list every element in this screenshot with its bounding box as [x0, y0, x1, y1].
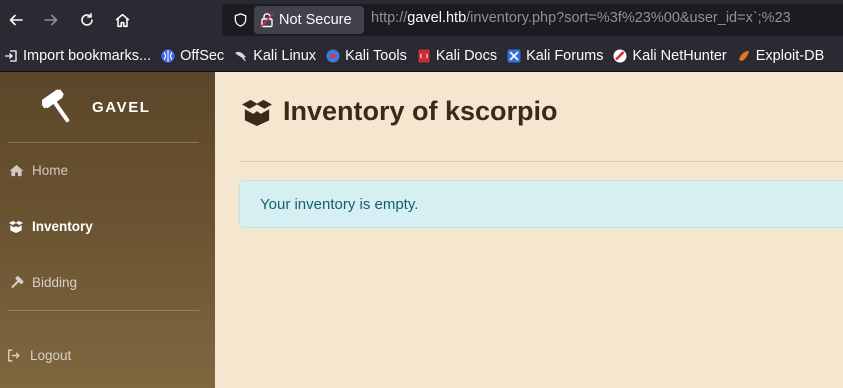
sidebar: GAVEL Home Inventory Bidding Logout	[0, 72, 215, 388]
kali-dragon-icon	[235, 51, 247, 61]
brand-link[interactable]: GAVEL	[42, 88, 151, 126]
kali-forums-icon	[507, 49, 521, 62]
sidebar-item-logout[interactable]: Logout	[6, 348, 71, 363]
bookmark-offsec[interactable]: OffSec	[161, 48, 224, 64]
sidebar-item-label: Logout	[30, 348, 72, 363]
offsec-icon	[161, 49, 175, 62]
box-open-icon	[242, 99, 272, 126]
url-scheme: http://	[371, 10, 408, 26]
exploit-db-icon	[738, 50, 749, 61]
browser-toolbar: Not Secure http://gavel.htb/inventory.ph…	[0, 0, 843, 40]
box-open-icon	[8, 220, 24, 234]
kali-nethunter-icon	[613, 49, 627, 62]
bookmark-label: Import bookmarks...	[23, 47, 152, 64]
title-divider	[239, 161, 843, 162]
lock-broken-icon	[260, 12, 274, 28]
kali-docs-icon	[418, 49, 430, 62]
bookmark-import[interactable]: Import bookmarks...	[4, 48, 151, 64]
bookmarks-bar: Import bookmarks... OffSec Kali Linux Ka…	[0, 40, 843, 72]
bookmark-label: Kali Forums	[526, 47, 604, 64]
home-button[interactable]	[110, 8, 134, 32]
forward-button[interactable]	[39, 8, 63, 32]
url-host: gavel.htb	[407, 10, 467, 26]
brand-name: GAVEL	[92, 98, 151, 116]
empty-inventory-alert: Your inventory is empty.	[239, 180, 843, 228]
kali-tools-icon	[326, 49, 340, 62]
bookmark-label: Kali Tools	[345, 47, 407, 64]
sidebar-item-label: Home	[32, 163, 69, 178]
page-title: Inventory of kscorpio	[283, 96, 558, 126]
house-icon	[115, 13, 129, 27]
sidebar-item-bidding[interactable]: Bidding	[8, 275, 77, 290]
bookmark-label: Kali Linux	[253, 47, 317, 64]
gavel-icon	[42, 89, 70, 123]
bookmark-label: Kali Docs	[435, 47, 498, 64]
hammer-icon	[8, 275, 24, 290]
sidebar-item-label: Bidding	[32, 275, 78, 290]
bookmark-label: Exploit-DB	[755, 47, 825, 64]
arrow-left-icon	[9, 14, 23, 26]
tracking-protection-icon[interactable]	[230, 10, 250, 30]
sidebar-item-home[interactable]: Home	[8, 163, 68, 178]
bookmark-exploit-db[interactable]: Exploit-DB	[737, 47, 825, 64]
sidebar-item-inventory[interactable]: Inventory	[8, 219, 93, 234]
url-path: /inventory.php?sort=%3f%23%00&user_id=x`…	[466, 10, 791, 26]
sidebar-divider	[8, 142, 199, 143]
main-content: Inventory of kscorpio Your inventory is …	[215, 72, 843, 388]
bookmark-label: OffSec	[180, 47, 225, 64]
home-icon	[8, 164, 24, 178]
reload-icon	[81, 13, 93, 26]
bookmark-kali-nethunter[interactable]: Kali NetHunter	[613, 47, 727, 64]
logout-icon	[6, 349, 22, 363]
alert-message: Your inventory is empty.	[260, 195, 419, 213]
url-text[interactable]: http://gavel.htb/inventory.php?sort=%3f%…	[371, 10, 791, 26]
not-secure-label: Not Secure	[279, 12, 352, 28]
page-header: Inventory of kscorpio	[240, 96, 558, 127]
not-secure-indicator[interactable]: Not Secure	[254, 6, 364, 34]
sidebar-item-label: Inventory	[32, 219, 93, 234]
bookmark-kali-docs[interactable]: Kali Docs	[417, 48, 497, 64]
reload-button[interactable]	[75, 8, 99, 32]
bookmark-kali-linux[interactable]: Kali Linux	[234, 48, 316, 64]
bookmark-kali-forums[interactable]: Kali Forums	[507, 48, 603, 64]
bookmark-kali-tools[interactable]: Kali Tools	[326, 48, 407, 64]
sidebar-divider	[8, 310, 199, 311]
arrow-right-icon	[44, 14, 58, 26]
bookmark-label: Kali NetHunter	[632, 47, 727, 64]
import-icon	[5, 49, 17, 62]
back-button[interactable]	[4, 8, 28, 32]
